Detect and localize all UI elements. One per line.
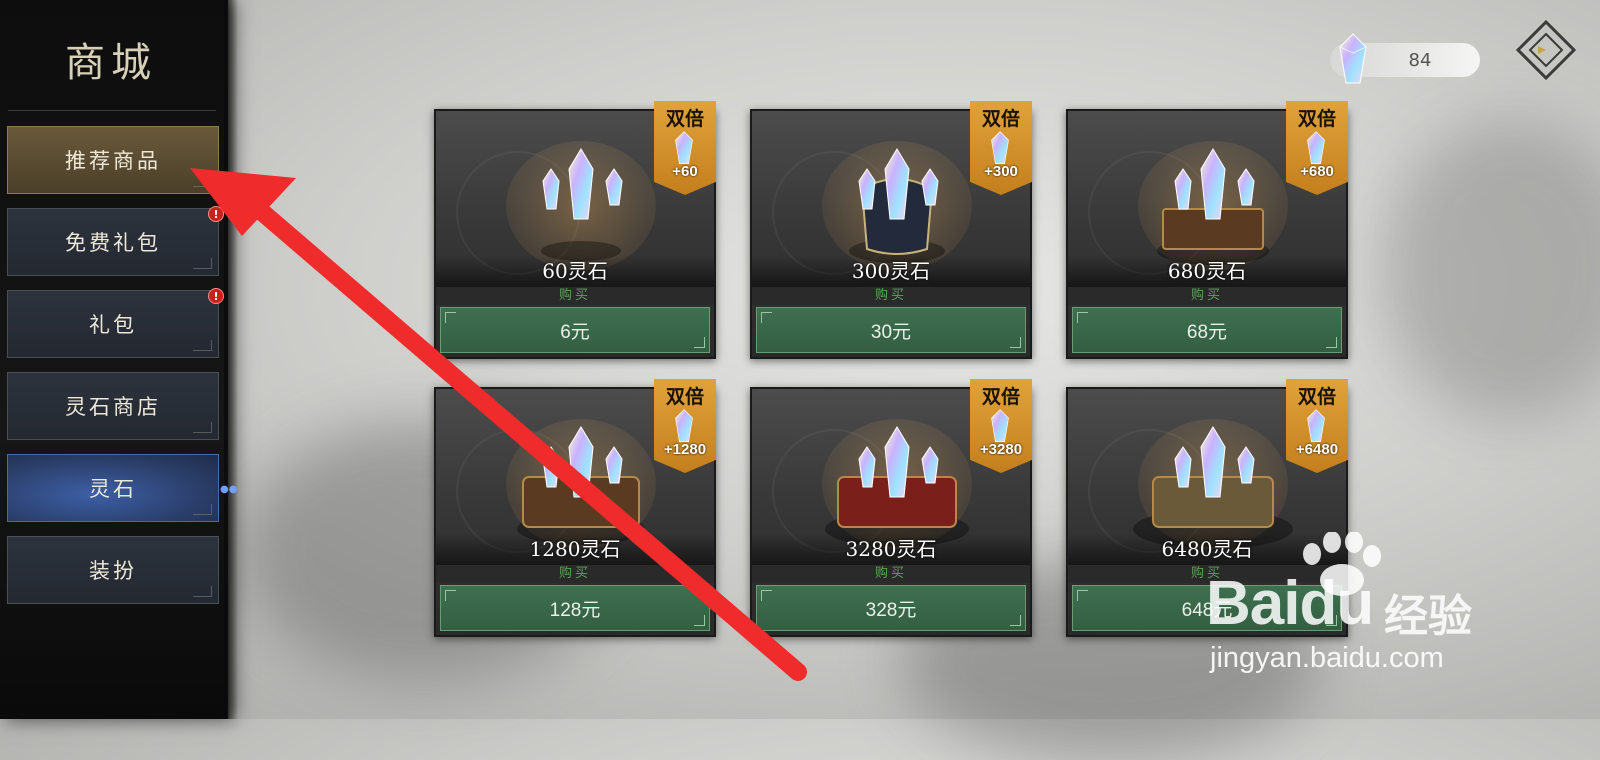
buy-label: 购买 [752,565,1030,583]
double-bonus-badge: 双倍 +1280 [654,379,716,473]
corner-ornament [193,586,212,597]
badge-bonus: +60 [672,163,698,180]
spirit-stone-pack-image [1133,426,1293,547]
sidebar-item-free-gift[interactable]: 免费礼包 [7,208,219,276]
product-card[interactable]: 双倍 +3280 3280灵石 购买 328元 [750,379,1032,637]
spirit-stone-icon [1339,33,1367,84]
sidebar-item-label: 礼包 [89,313,137,337]
badge-title: 双倍 [981,386,1020,408]
price-button[interactable]: 30元 [756,307,1026,353]
double-bonus-badge: 双倍 +680 [1286,101,1348,195]
spirit-stone-pack-image [1157,148,1269,265]
sidebar-item-spirit-stone[interactable]: 灵石 [7,454,219,522]
double-bonus-badge: 双倍 +6480 [1286,379,1348,473]
price-button[interactable]: 328元 [756,585,1026,631]
badge-title: 双倍 [1297,386,1336,408]
watermark-text: 经验 [1384,591,1472,642]
badge-title: 双倍 [981,108,1020,130]
double-bonus-badge: 双倍 +3280 [970,379,1032,473]
divider [8,110,216,111]
product-card[interactable]: 双倍 +1280 1280灵石 购买 128元 [434,379,716,637]
sidebar-item-recommended[interactable]: 推荐商品 [7,126,219,194]
sidebar-item-label: 推荐商品 [65,149,161,173]
alert-badge: ! [208,206,224,222]
product-name: 680灵石 [1068,255,1346,287]
watermark-logo: Baidu [1206,569,1374,638]
corner-ornament [193,340,212,351]
watermark-url: jingyan.baidu.com [1210,642,1444,674]
ink-wash [1380,120,1600,420]
product-name: 60灵石 [436,255,714,287]
buy-label: 购买 [436,287,714,305]
back-button[interactable] [1516,18,1578,82]
buy-label: 购买 [1068,287,1346,305]
price-button[interactable]: 68元 [1072,307,1342,353]
corner-ornament [193,504,212,515]
sidebar-item-label: 装扮 [89,559,137,583]
badge-bonus: +3280 [979,441,1023,458]
corner-ornament [193,258,212,269]
sidebar-item-label: 免费礼包 [65,231,161,255]
corner-ornament [193,422,212,433]
sidebar-item-spirit-stone-store[interactable]: 灵石商店 [7,372,219,440]
spirit-stone-pack-image [825,426,969,547]
shop-title: 商城 [65,40,157,86]
badge-bonus: +1280 [663,441,707,458]
product-card[interactable]: 双倍 +680 680灵石 购买 68元 [1066,101,1348,359]
sidebar-item-label: 灵石商店 [65,395,161,419]
buy-label: 购买 [436,565,714,583]
product-card[interactable]: 双倍 +300 300灵石 购买 30元 [750,101,1032,359]
sidebar-item-outfits[interactable]: 装扮 [7,536,219,604]
product-name: 300灵石 [752,255,1030,287]
currency-amount: 84 [1408,50,1432,71]
double-bonus-badge: 双倍 +300 [970,101,1032,195]
selection-indicator: ●● [220,484,238,495]
shop-sidebar: 商城 推荐商品 免费礼包 ! 礼包 ! 灵石商店 灵石 装扮 [0,0,238,719]
double-bonus-badge: 双倍 +60 [654,101,716,195]
spirit-stone-pack-image [517,426,645,545]
badge-bonus: +300 [984,163,1018,180]
sidebar-item-label: 灵石 [89,477,137,501]
buy-label: 购买 [752,287,1030,305]
product-name: 3280灵石 [752,533,1030,565]
spirit-stone-pack-image [541,148,623,261]
price-button[interactable]: 128元 [440,585,710,631]
spirit-stone-pack-image [849,148,945,263]
alert-badge: ! [208,288,224,304]
product-card[interactable]: 双倍 +60 60灵石 购买 6元 [434,101,716,359]
badge-title: 双倍 [665,386,704,408]
badge-title: 双倍 [1297,108,1336,130]
sidebar-item-gift-pack[interactable]: 礼包 [7,290,219,358]
product-name: 1280灵石 [436,533,714,565]
price-button[interactable]: 6元 [440,307,710,353]
badge-bonus: +680 [1300,163,1334,180]
corner-ornament [193,176,212,187]
badge-bonus: +6480 [1295,441,1339,458]
badge-title: 双倍 [665,108,704,130]
